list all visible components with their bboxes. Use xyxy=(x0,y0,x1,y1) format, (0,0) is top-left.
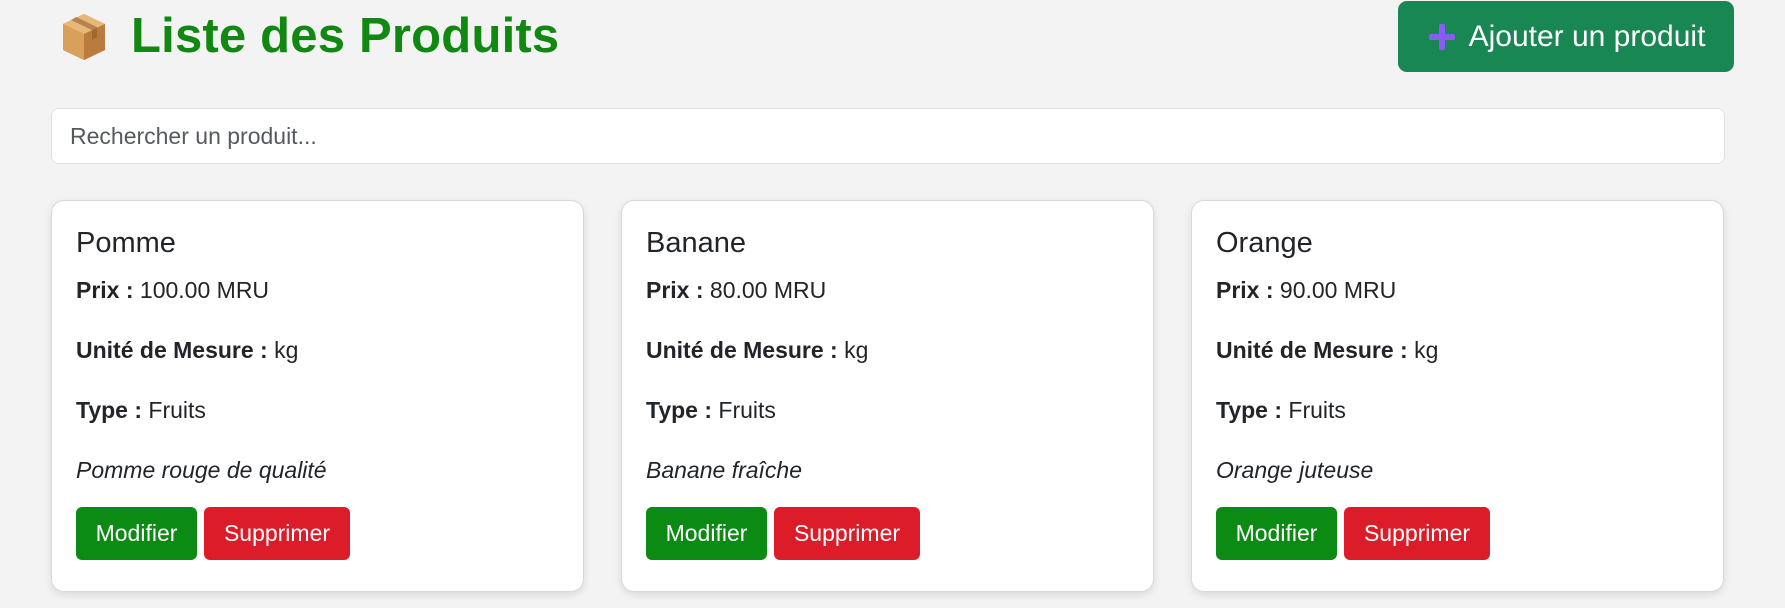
product-type: Type : Fruits xyxy=(76,395,559,425)
unit-label: Unité de Mesure : xyxy=(1216,337,1408,363)
page-header: Liste des Produits Ajouter un produit xyxy=(51,0,1734,92)
product-type: Type : Fruits xyxy=(1216,395,1699,425)
product-card: Orange Prix : 90.00 MRU Unité de Mesure … xyxy=(1191,200,1724,592)
product-name: Banane xyxy=(646,227,746,259)
product-description: Pomme rouge de qualité xyxy=(76,457,327,483)
search-input[interactable] xyxy=(51,108,1725,164)
delete-button[interactable]: Supprimer xyxy=(774,507,920,560)
product-card: Pomme Prix : 100.00 MRU Unité de Mesure … xyxy=(51,200,584,592)
type-value: Fruits xyxy=(718,397,776,423)
price-value: 80.00 MRU xyxy=(709,277,827,303)
product-list: Pomme Prix : 100.00 MRU Unité de Mesure … xyxy=(51,200,1725,592)
card-actions: Modifier Supprimer xyxy=(1216,507,1699,560)
edit-button[interactable]: Modifier xyxy=(646,507,767,560)
unit-value: kg xyxy=(844,337,869,363)
product-card: Banane Prix : 80.00 MRU Unité de Mesure … xyxy=(621,200,1154,592)
type-value: Fruits xyxy=(148,397,206,423)
price-value: 100.00 MRU xyxy=(139,277,270,303)
title-group: Liste des Produits xyxy=(59,8,559,64)
unit-label: Unité de Mesure : xyxy=(76,337,268,363)
edit-button[interactable]: Modifier xyxy=(1216,507,1337,560)
card-actions: Modifier Supprimer xyxy=(646,507,1129,560)
page-title: Liste des Produits xyxy=(131,9,560,63)
product-description: Banane fraîche xyxy=(646,457,803,483)
type-label: Type : xyxy=(646,397,713,423)
type-label: Type : xyxy=(1216,397,1283,423)
product-price: Prix : 90.00 MRU xyxy=(1216,275,1699,305)
product-unit: Unité de Mesure : kg xyxy=(646,335,1129,365)
unit-value: kg xyxy=(274,337,299,363)
product-price: Prix : 100.00 MRU xyxy=(76,275,559,305)
product-name: Pomme xyxy=(76,227,176,259)
add-product-label: Ajouter un produit xyxy=(1468,19,1706,53)
product-unit: Unité de Mesure : kg xyxy=(76,335,559,365)
product-description: Orange juteuse xyxy=(1216,457,1374,483)
plus-icon xyxy=(1427,22,1457,52)
unit-label: Unité de Mesure : xyxy=(646,337,838,363)
price-label: Prix : xyxy=(646,277,704,303)
price-label: Prix : xyxy=(76,277,134,303)
price-value: 90.00 MRU xyxy=(1279,277,1397,303)
edit-button[interactable]: Modifier xyxy=(76,507,197,560)
delete-button[interactable]: Supprimer xyxy=(1344,507,1490,560)
page: Liste des Produits Ajouter un produit Po… xyxy=(0,0,1785,608)
product-name: Orange xyxy=(1216,227,1313,259)
product-unit: Unité de Mesure : kg xyxy=(1216,335,1699,365)
product-price: Prix : 80.00 MRU xyxy=(646,275,1129,305)
delete-button[interactable]: Supprimer xyxy=(204,507,350,560)
price-label: Prix : xyxy=(1216,277,1274,303)
unit-value: kg xyxy=(1414,337,1439,363)
add-product-button[interactable]: Ajouter un produit xyxy=(1398,1,1734,72)
package-box-icon xyxy=(59,10,109,62)
type-label: Type : xyxy=(76,397,143,423)
card-actions: Modifier Supprimer xyxy=(76,507,559,560)
type-value: Fruits xyxy=(1288,397,1346,423)
product-type: Type : Fruits xyxy=(646,395,1129,425)
